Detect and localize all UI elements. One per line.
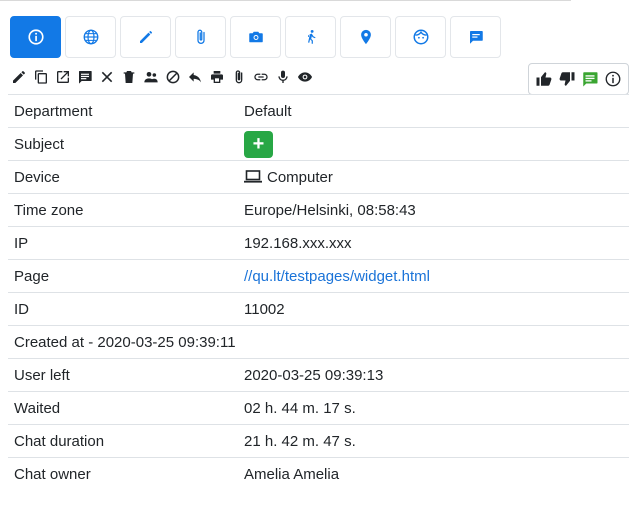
thumbs-up-button[interactable] (534, 69, 554, 89)
table-row: Chat duration 21 h. 42 m. 47 s. (8, 424, 629, 458)
send-message-button[interactable] (76, 69, 93, 86)
department-value: Default (238, 94, 629, 128)
tab-browser[interactable] (65, 16, 116, 58)
tab-info[interactable] (10, 16, 61, 58)
paperclip-icon (196, 29, 205, 44)
chat-rating-box (528, 63, 629, 95)
open-in-window-button[interactable] (54, 69, 71, 86)
table-row: IP 192.168.xxx.xxx (8, 226, 629, 260)
id-label: ID (8, 292, 238, 326)
tab-visitor-profile[interactable] (395, 16, 446, 58)
table-row: Created at - 2020-03-25 09:39:11 (8, 325, 629, 359)
device-cell: Computer (238, 160, 629, 194)
user-left-label: User left (8, 358, 238, 392)
timezone-value: Europe/Helsinki, 08:58:43 (238, 193, 629, 227)
close-icon (101, 71, 112, 83)
waited-value: 02 h. 44 m. 17 s. (238, 391, 629, 425)
subject-label: Subject (8, 127, 238, 161)
table-row: Device Computer (8, 160, 629, 194)
thumbs-up-icon (536, 72, 552, 86)
page-cell: //qu.lt/testpages/widget.html (238, 259, 629, 293)
comment-button[interactable] (580, 69, 600, 89)
copy-button[interactable] (32, 69, 49, 86)
table-row: ID 11002 (8, 292, 629, 326)
delete-chat-button[interactable] (120, 69, 137, 86)
chat-bubble-icon (469, 31, 483, 44)
transfer-chat-button[interactable] (142, 69, 159, 86)
chat-owner-value: Amelia Amelia (238, 457, 629, 491)
camera-icon (248, 31, 263, 43)
chat-duration-label: Chat duration (8, 424, 238, 458)
tab-screenshot[interactable] (230, 16, 281, 58)
rating-info-button[interactable] (603, 69, 623, 89)
trash-icon (123, 71, 134, 83)
print-button[interactable] (208, 69, 225, 86)
pencil-icon (139, 31, 152, 43)
location-pin-icon (360, 29, 371, 45)
chat-details-table: Department Default Subject + Device Comp… (8, 94, 629, 491)
face-icon (413, 29, 428, 45)
table-row: Waited 02 h. 44 m. 17 s. (8, 391, 629, 425)
copy-link-button[interactable] (252, 69, 269, 86)
table-row: Time zone Europe/Helsinki, 08:58:43 (8, 193, 629, 227)
top-divider (0, 0, 571, 1)
thumbs-down-icon (559, 72, 575, 86)
attach-file-button[interactable] (230, 69, 247, 86)
walking-person-icon (307, 29, 315, 44)
microphone-icon (277, 70, 288, 83)
chat-owner-label: Chat owner (8, 457, 238, 491)
tab-notes[interactable] (120, 16, 171, 58)
globe-icon (83, 29, 98, 45)
info-icon (27, 29, 44, 45)
thumbs-down-button[interactable] (557, 69, 577, 89)
chat-tabs (10, 16, 505, 58)
waited-label: Waited (8, 391, 238, 425)
pencil-icon (12, 71, 25, 83)
department-label: Department (8, 94, 238, 128)
device-value: Computer (267, 168, 333, 186)
info-icon (605, 71, 621, 87)
tab-location[interactable] (340, 16, 391, 58)
tab-visitor-activity[interactable] (285, 16, 336, 58)
attachment-icon (235, 70, 242, 84)
created-at-text: Created at - 2020-03-25 09:39:11 (8, 325, 629, 359)
device-label: Device (8, 160, 238, 194)
user-left-value: 2020-03-25 09:39:13 (238, 358, 629, 392)
timezone-label: Time zone (8, 193, 238, 227)
preview-button[interactable] (296, 69, 313, 86)
open-external-icon (56, 71, 69, 83)
add-subject-button[interactable]: + (244, 130, 273, 158)
table-row: Chat owner Amelia Amelia (8, 457, 629, 491)
tab-messages[interactable] (450, 16, 501, 58)
eye-icon (297, 72, 312, 82)
print-icon (210, 71, 223, 83)
page-link[interactable]: //qu.lt/testpages/widget.html (244, 268, 430, 285)
table-row: Department Default (8, 94, 629, 128)
chat-duration-value: 21 h. 42 m. 47 s. (238, 424, 629, 458)
copy-icon (34, 70, 47, 84)
block-user-button[interactable] (164, 69, 181, 86)
block-icon (166, 70, 179, 84)
id-value: 11002 (238, 292, 629, 326)
table-row: User left 2020-03-25 09:39:13 (8, 358, 629, 392)
reply-icon (188, 72, 201, 83)
chat-actions-toolbar (10, 67, 318, 87)
ip-label: IP (8, 226, 238, 260)
edit-button[interactable] (10, 69, 27, 86)
table-row: Page //qu.lt/testpages/widget.html (8, 259, 629, 293)
tab-files[interactable] (175, 16, 226, 58)
table-row: Subject + (8, 127, 629, 161)
page-label: Page (8, 259, 238, 293)
users-icon (143, 72, 158, 83)
link-icon (253, 73, 268, 81)
ip-value: 192.168.xxx.xxx (238, 226, 629, 260)
message-icon (78, 71, 92, 84)
reply-button[interactable] (186, 69, 203, 86)
close-chat-button[interactable] (98, 69, 115, 86)
voice-message-button[interactable] (274, 69, 291, 86)
subject-value: + (238, 127, 629, 161)
comment-icon (583, 72, 598, 87)
laptop-icon (244, 169, 262, 183)
